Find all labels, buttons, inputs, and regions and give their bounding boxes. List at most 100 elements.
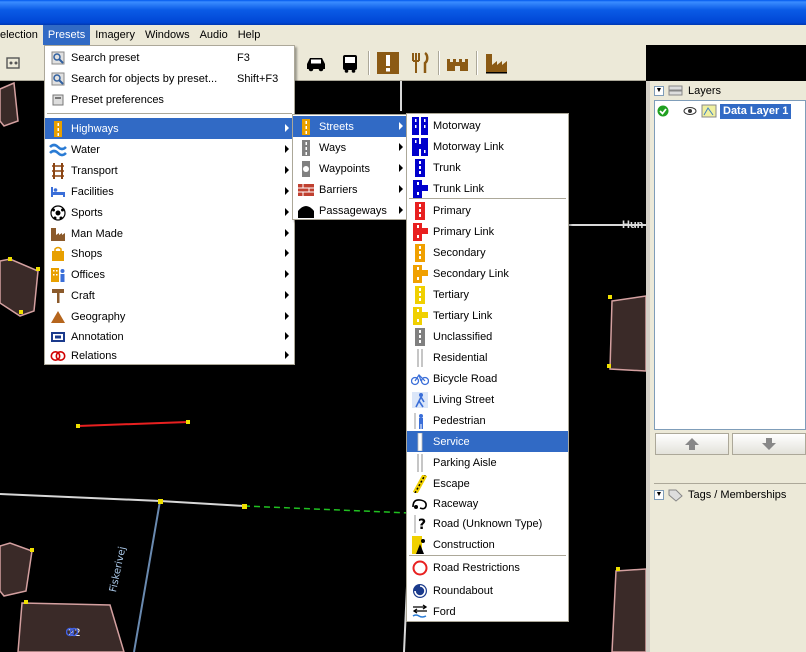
move-layer-up-button[interactable] bbox=[655, 433, 729, 455]
highways-ways-item[interactable]: Ways bbox=[293, 137, 408, 158]
presets-group-annotation[interactable]: Annotation bbox=[45, 326, 294, 347]
way-icon bbox=[297, 139, 315, 157]
menu-selection[interactable]: election bbox=[0, 25, 43, 45]
arrow-down-icon bbox=[762, 438, 776, 450]
parking-aisle-icon bbox=[411, 453, 429, 472]
annotation-icon bbox=[49, 328, 67, 346]
primary-link-icon bbox=[411, 222, 429, 241]
minimize-icon[interactable]: ▼ bbox=[654, 86, 664, 96]
menu-presets[interactable]: Presets bbox=[42, 25, 91, 45]
streets-item-construction[interactable]: Construction bbox=[407, 534, 568, 555]
road-restrictions-icon bbox=[411, 559, 429, 577]
tool-select-icon[interactable] bbox=[0, 49, 28, 77]
right-panel: ▼ Layers Data Layer 1 ▼ Tags / Membershi… bbox=[646, 81, 806, 652]
street-icon bbox=[297, 118, 315, 136]
presets-group-offices[interactable]: Offices bbox=[45, 264, 294, 285]
layers-panel-header: ▼ Layers bbox=[654, 85, 722, 97]
presets-group-craft[interactable]: Craft bbox=[45, 285, 294, 306]
presets-group-facilities[interactable]: Facilities bbox=[45, 181, 294, 202]
preferences-icon bbox=[49, 91, 67, 109]
tertiary-icon bbox=[411, 285, 429, 304]
presets-group-man-made[interactable]: Man Made bbox=[45, 223, 294, 244]
industrial-preset-icon[interactable] bbox=[482, 49, 510, 77]
living-street-icon bbox=[411, 391, 429, 409]
highways-passageways-item[interactable]: Passageways bbox=[293, 200, 408, 221]
barrier-icon bbox=[297, 181, 315, 199]
layer-list[interactable]: Data Layer 1 bbox=[654, 100, 806, 430]
menu-bar: election Presets Imagery Windows Audio H… bbox=[0, 25, 806, 45]
streets-item-motorway[interactable]: Motorway bbox=[407, 115, 568, 136]
menu-windows[interactable]: Windows bbox=[140, 25, 195, 45]
search-preset-item[interactable]: Search preset F3 bbox=[45, 47, 294, 68]
warning-preset-icon[interactable] bbox=[374, 49, 402, 77]
streets-item-service[interactable]: Service bbox=[407, 431, 568, 452]
highways-streets-item[interactable]: Streets bbox=[293, 116, 408, 137]
streets-item-primary-link[interactable]: Primary Link bbox=[407, 221, 568, 242]
presets-group-water[interactable]: Water bbox=[45, 139, 294, 160]
presets-group-sports[interactable]: Sports bbox=[45, 202, 294, 223]
escape-icon bbox=[411, 474, 429, 493]
tunnel-icon bbox=[297, 202, 315, 220]
bed-icon bbox=[49, 183, 67, 201]
car-preset-icon[interactable] bbox=[302, 49, 330, 77]
streets-item-tertiary-link[interactable]: Tertiary Link bbox=[407, 305, 568, 326]
streets-item-road-restrictions[interactable]: Road Restrictions bbox=[407, 557, 568, 578]
move-layer-down-button[interactable] bbox=[732, 433, 806, 455]
search-objects-item[interactable]: Search for objects by preset... Shift+F3 bbox=[45, 68, 294, 89]
soccer-ball-icon bbox=[49, 204, 67, 222]
layers-icon bbox=[668, 85, 683, 96]
streets-item-escape[interactable]: Escape bbox=[407, 473, 568, 494]
layer-name[interactable]: Data Layer 1 bbox=[720, 103, 792, 119]
pedestrian-icon bbox=[411, 412, 429, 430]
streets-item-tertiary[interactable]: Tertiary bbox=[407, 284, 568, 305]
presets-group-highways[interactable]: Highways bbox=[45, 118, 294, 139]
highways-barriers-item[interactable]: Barriers bbox=[293, 179, 408, 200]
streets-item-motorway-link[interactable]: Motorway Link bbox=[407, 136, 568, 157]
streets-item-secondary[interactable]: Secondary bbox=[407, 242, 568, 263]
shopping-bag-icon bbox=[49, 245, 67, 263]
layer-active-check-icon[interactable] bbox=[657, 105, 669, 117]
streets-item-pedestrian[interactable]: Pedestrian bbox=[407, 410, 568, 431]
arrow-up-icon bbox=[685, 438, 699, 450]
visibility-eye-icon[interactable] bbox=[683, 106, 697, 116]
restaurant-preset-icon[interactable] bbox=[406, 49, 434, 77]
streets-item-residential[interactable]: Residential bbox=[407, 347, 568, 368]
bus-preset-icon[interactable] bbox=[336, 49, 364, 77]
waypoint-icon bbox=[297, 160, 315, 178]
motorway-link-icon bbox=[411, 137, 429, 156]
roundabout-icon bbox=[411, 582, 429, 600]
layer-row[interactable]: Data Layer 1 bbox=[655, 103, 805, 119]
road-unknown-type-icon: ? bbox=[411, 514, 429, 533]
streets-item-trunk[interactable]: Trunk bbox=[407, 157, 568, 178]
tags-panel-header: ▼ Tags / Memberships bbox=[654, 489, 787, 502]
presets-group-relations[interactable]: Relations bbox=[45, 345, 294, 366]
office-icon bbox=[49, 266, 67, 284]
highways-waypoints-item[interactable]: Waypoints bbox=[293, 158, 408, 179]
streets-item-roundabout[interactable]: Roundabout bbox=[407, 580, 568, 601]
streets-item-ford[interactable]: Ford bbox=[407, 601, 568, 622]
tag-icon bbox=[668, 489, 683, 502]
presets-group-geography[interactable]: Geography bbox=[45, 306, 294, 327]
presets-group-shops[interactable]: Shops bbox=[45, 243, 294, 264]
highways-submenu: Streets Ways Waypoints Barriers Passagew… bbox=[292, 114, 409, 220]
minimize-icon[interactable]: ▼ bbox=[654, 490, 664, 500]
presets-group-transport[interactable]: Transport bbox=[45, 160, 294, 181]
raceway-icon bbox=[411, 495, 429, 513]
streets-item-secondary-link[interactable]: Secondary Link bbox=[407, 263, 568, 284]
menu-imagery[interactable]: Imagery bbox=[90, 25, 140, 45]
menu-help[interactable]: Help bbox=[233, 25, 266, 45]
streets-item-trunk-link[interactable]: Trunk Link bbox=[407, 178, 568, 199]
motorway-icon bbox=[411, 116, 429, 135]
preset-preferences-item[interactable]: Preset preferences bbox=[45, 89, 294, 110]
streets-item-road-unknown-type[interactable]: ? Road (Unknown Type) bbox=[407, 513, 568, 534]
streets-item-unclassified[interactable]: Unclassified bbox=[407, 326, 568, 347]
streets-item-raceway[interactable]: Raceway bbox=[407, 493, 568, 514]
mountain-icon bbox=[49, 308, 67, 326]
streets-item-living-street[interactable]: Living Street bbox=[407, 389, 568, 410]
streets-item-parking-aisle[interactable]: Parking Aisle bbox=[407, 452, 568, 473]
castle-preset-icon[interactable] bbox=[444, 49, 472, 77]
secondary-link-icon bbox=[411, 264, 429, 283]
streets-item-primary[interactable]: Primary bbox=[407, 200, 568, 221]
menu-audio[interactable]: Audio bbox=[195, 25, 233, 45]
streets-item-bicycle-road[interactable]: Bicycle Road bbox=[407, 368, 568, 389]
